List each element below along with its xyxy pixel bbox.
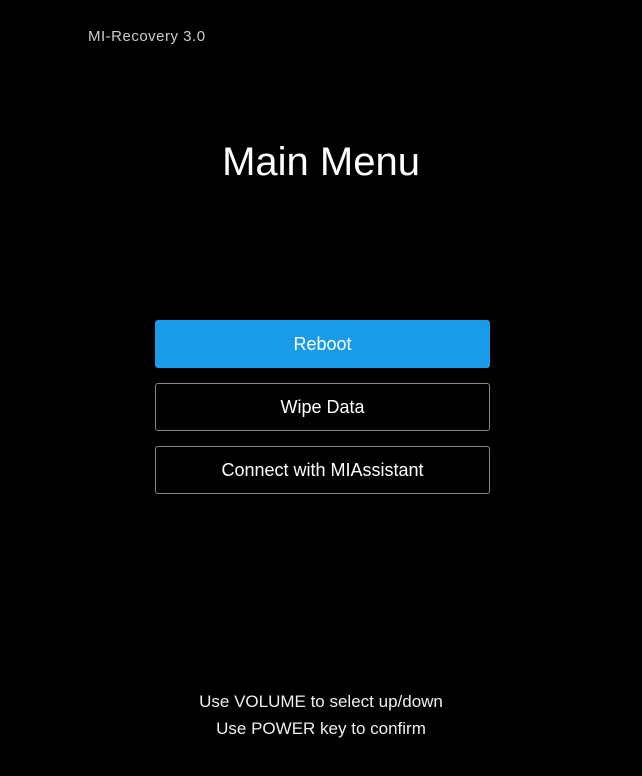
footer-instructions: Use VOLUME to select up/down Use POWER k… bbox=[0, 688, 642, 742]
footer-line-power: Use POWER key to confirm bbox=[0, 715, 642, 742]
recovery-version: MI-Recovery 3.0 bbox=[88, 28, 206, 45]
footer-line-volume: Use VOLUME to select up/down bbox=[0, 688, 642, 715]
menu-item-wipe-data[interactable]: Wipe Data bbox=[155, 383, 490, 431]
menu-item-reboot[interactable]: Reboot bbox=[155, 320, 490, 368]
menu-item-miassistant[interactable]: Connect with MIAssistant bbox=[155, 446, 490, 494]
page-title: Main Menu bbox=[0, 140, 642, 185]
main-menu: Reboot Wipe Data Connect with MIAssistan… bbox=[155, 320, 490, 494]
